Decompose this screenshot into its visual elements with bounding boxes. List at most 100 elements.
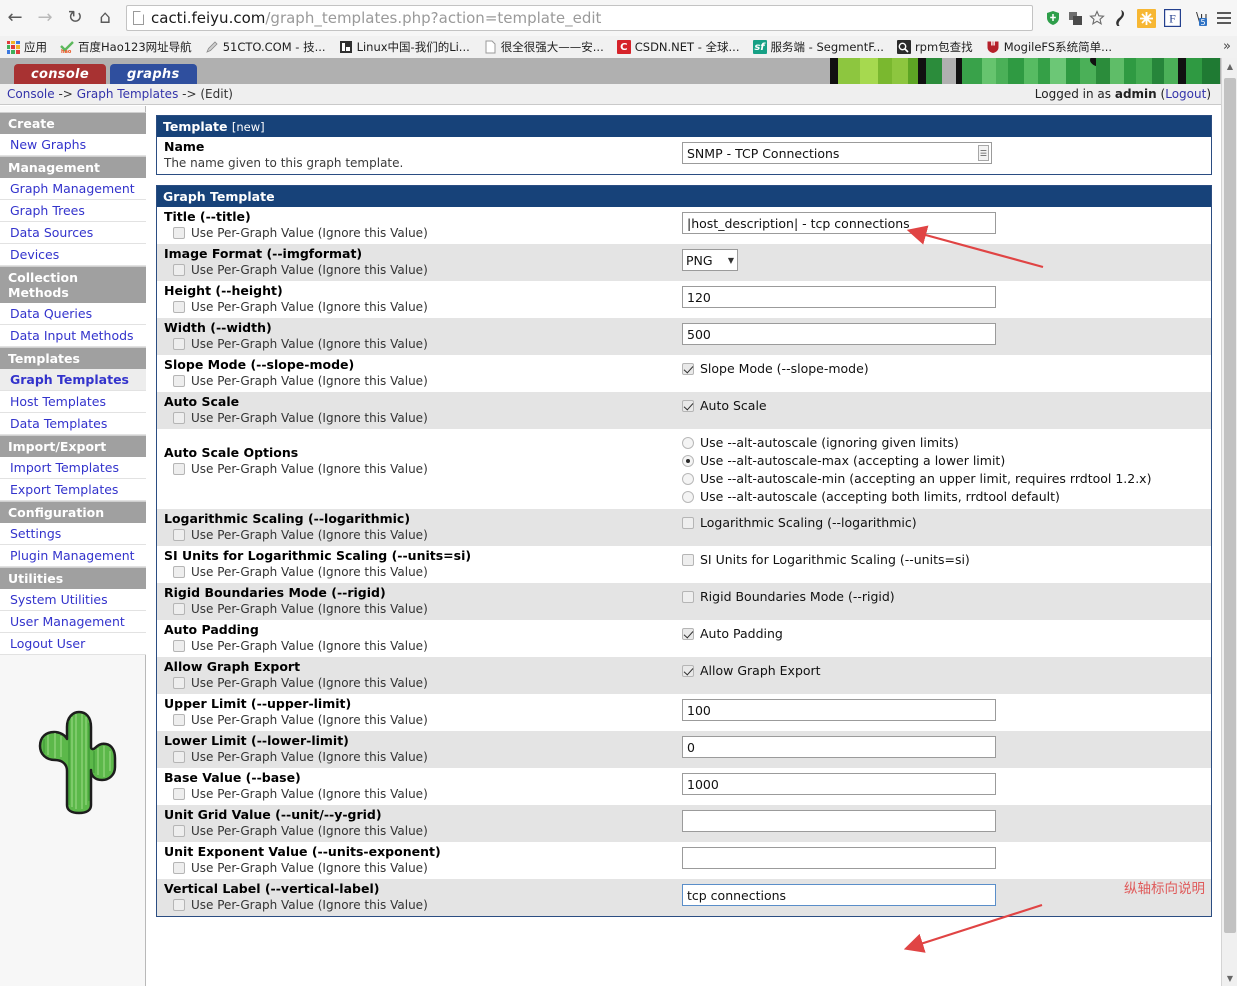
sidebar-item-import-templates[interactable]: Import Templates (0, 457, 146, 479)
bookmark-mogilefs[interactable]: MogileFS系统简单... (986, 39, 1112, 55)
checkbox-option[interactable]: Auto Padding (682, 625, 1211, 642)
per-graph-value-checkbox[interactable] (173, 825, 185, 837)
tab-graphs[interactable]: graphs (109, 64, 197, 84)
scrollbar-thumb[interactable] (1224, 78, 1236, 933)
vertical-scrollbar[interactable]: ▲ ▼ (1221, 58, 1237, 986)
address-bar[interactable]: cacti.feiyu.com/graph_templates.php?acti… (126, 5, 1033, 31)
per-graph-value-checkbox[interactable] (173, 788, 185, 800)
per-graph-value-checkbox[interactable] (173, 463, 185, 475)
sidebar-item-devices[interactable]: Devices (0, 244, 146, 266)
scroll-up-arrow[interactable]: ▲ (1222, 58, 1237, 74)
forward-button[interactable]: → (30, 3, 60, 33)
per-graph-value-checkbox[interactable] (173, 227, 185, 239)
field-input[interactable] (682, 699, 996, 721)
checkbox-option[interactable]: Rigid Boundaries Mode (--rigid) (682, 588, 1211, 605)
extension-f-icon[interactable]: F (1159, 5, 1185, 31)
breadcrumb-graph-templates[interactable]: Graph Templates (77, 87, 179, 101)
field-checkbox[interactable] (682, 664, 694, 677)
field-checkbox[interactable] (682, 516, 694, 529)
extension-sun-icon[interactable] (1133, 5, 1159, 31)
per-graph-value-checkbox[interactable] (173, 640, 185, 652)
field-input[interactable] (682, 847, 996, 869)
logout-link[interactable]: Logout (1165, 87, 1206, 101)
sidebar-item-system-utilities[interactable]: System Utilities (0, 589, 146, 611)
home-button[interactable]: ⌂ (90, 3, 120, 33)
per-graph-value-checkbox[interactable] (173, 529, 185, 541)
scroll-down-arrow[interactable]: ▼ (1222, 970, 1237, 986)
sidebar-item-graph-templates[interactable]: Graph Templates (0, 369, 146, 391)
checkbox-option[interactable]: Slope Mode (--slope-mode) (682, 360, 1211, 377)
template-name-input[interactable] (682, 142, 992, 164)
sidebar-item-new-graphs[interactable]: New Graphs (0, 134, 146, 156)
field-select[interactable]: PNG ▼ (682, 249, 738, 271)
bookmark-apps[interactable]: 应用 (6, 39, 47, 55)
bookmarks-overflow-button[interactable]: » (1223, 39, 1231, 54)
extension-pen-icon[interactable] (1107, 5, 1133, 31)
breadcrumb-console[interactable]: Console (7, 87, 55, 101)
field-checkbox[interactable] (682, 362, 694, 375)
per-graph-value-checkbox[interactable] (173, 375, 185, 387)
checkbox-option[interactable]: Auto Scale (682, 397, 1211, 414)
tab-console[interactable]: console (14, 64, 106, 84)
bookmark-henquan[interactable]: 很全很强大——安... (483, 39, 604, 55)
checkbox-option[interactable]: SI Units for Logarithmic Scaling (--unit… (682, 551, 1211, 568)
per-graph-value-checkbox[interactable] (173, 412, 185, 424)
field-input[interactable] (682, 884, 996, 906)
field-input[interactable] (682, 212, 996, 234)
field-input[interactable] (682, 736, 996, 758)
sidebar-item-data-queries[interactable]: Data Queries (0, 303, 146, 325)
sidebar-item-user-management[interactable]: User Management (0, 611, 146, 633)
bookmark-segmentfault[interactable]: sf 服务端 - SegmentF... (752, 39, 884, 55)
field-radio[interactable] (682, 454, 694, 467)
sidebar-item-plugin-management[interactable]: Plugin Management (0, 545, 146, 567)
sidebar-item-data-templates[interactable]: Data Templates (0, 413, 146, 435)
checkbox-option[interactable]: Allow Graph Export (682, 662, 1211, 679)
radio-option[interactable]: Use --alt-autoscale (ignoring given limi… (682, 434, 1211, 451)
field-input[interactable] (682, 323, 996, 345)
sidebar-item-logout-user[interactable]: Logout User (0, 633, 146, 655)
bookmark-star-icon[interactable] (1087, 8, 1107, 28)
field-checkbox[interactable] (682, 399, 694, 412)
chrome-menu-icon[interactable] (1211, 5, 1237, 31)
sidebar-item-data-sources[interactable]: Data Sources (0, 222, 146, 244)
sidebar-item-export-templates[interactable]: Export Templates (0, 479, 146, 501)
radio-option[interactable]: Use --alt-autoscale (accepting both limi… (682, 488, 1211, 505)
autofill-spinner-icon[interactable]: ☰ (978, 145, 989, 161)
extension-cn-icon[interactable]: \u99995 (1185, 5, 1211, 31)
translate-icon[interactable] (1065, 8, 1085, 28)
field-radio[interactable] (682, 472, 694, 485)
back-button[interactable]: ← (0, 3, 30, 33)
per-graph-value-checkbox[interactable] (173, 677, 185, 689)
bookmark-csdn[interactable]: C CSDN.NET - 全球... (616, 39, 740, 55)
reload-button[interactable]: ↻ (60, 3, 90, 33)
per-graph-value-checkbox[interactable] (173, 862, 185, 874)
per-graph-value-checkbox[interactable] (173, 264, 185, 276)
sidebar-item-host-templates[interactable]: Host Templates (0, 391, 146, 413)
field-input[interactable] (682, 810, 996, 832)
field-checkbox[interactable] (682, 553, 694, 566)
shield-icon[interactable] (1043, 8, 1063, 28)
field-radio[interactable] (682, 436, 694, 449)
per-graph-value-checkbox[interactable] (173, 751, 185, 763)
checkbox-option[interactable]: Logarithmic Scaling (--logarithmic) (682, 514, 1211, 531)
per-graph-value-checkbox[interactable] (173, 899, 185, 911)
bookmark-rpm-search[interactable]: rpm包查找 (896, 39, 973, 55)
field-radio[interactable] (682, 490, 694, 503)
radio-option[interactable]: Use --alt-autoscale-max (accepting a low… (682, 452, 1211, 469)
sidebar-item-graph-management[interactable]: Graph Management (0, 178, 146, 200)
sidebar-item-settings[interactable]: Settings (0, 523, 146, 545)
field-input[interactable] (682, 773, 996, 795)
sidebar-item-data-input-methods[interactable]: Data Input Methods (0, 325, 146, 347)
bookmark-linuxcn[interactable]: Linux中国-我们的Li... (339, 39, 470, 55)
field-checkbox[interactable] (682, 590, 694, 603)
per-graph-value-checkbox[interactable] (173, 714, 185, 726)
bookmark-51cto[interactable]: 51CTO.COM - 技... (205, 39, 326, 55)
sidebar-item-graph-trees[interactable]: Graph Trees (0, 200, 146, 222)
radio-option[interactable]: Use --alt-autoscale-min (accepting an up… (682, 470, 1211, 487)
field-input[interactable] (682, 286, 996, 308)
bookmark-hao123[interactable]: hao 百度Hao123网址导航 (60, 39, 192, 55)
field-checkbox[interactable] (682, 627, 694, 640)
per-graph-value-checkbox[interactable] (173, 566, 185, 578)
per-graph-value-checkbox[interactable] (173, 301, 185, 313)
per-graph-value-checkbox[interactable] (173, 338, 185, 350)
